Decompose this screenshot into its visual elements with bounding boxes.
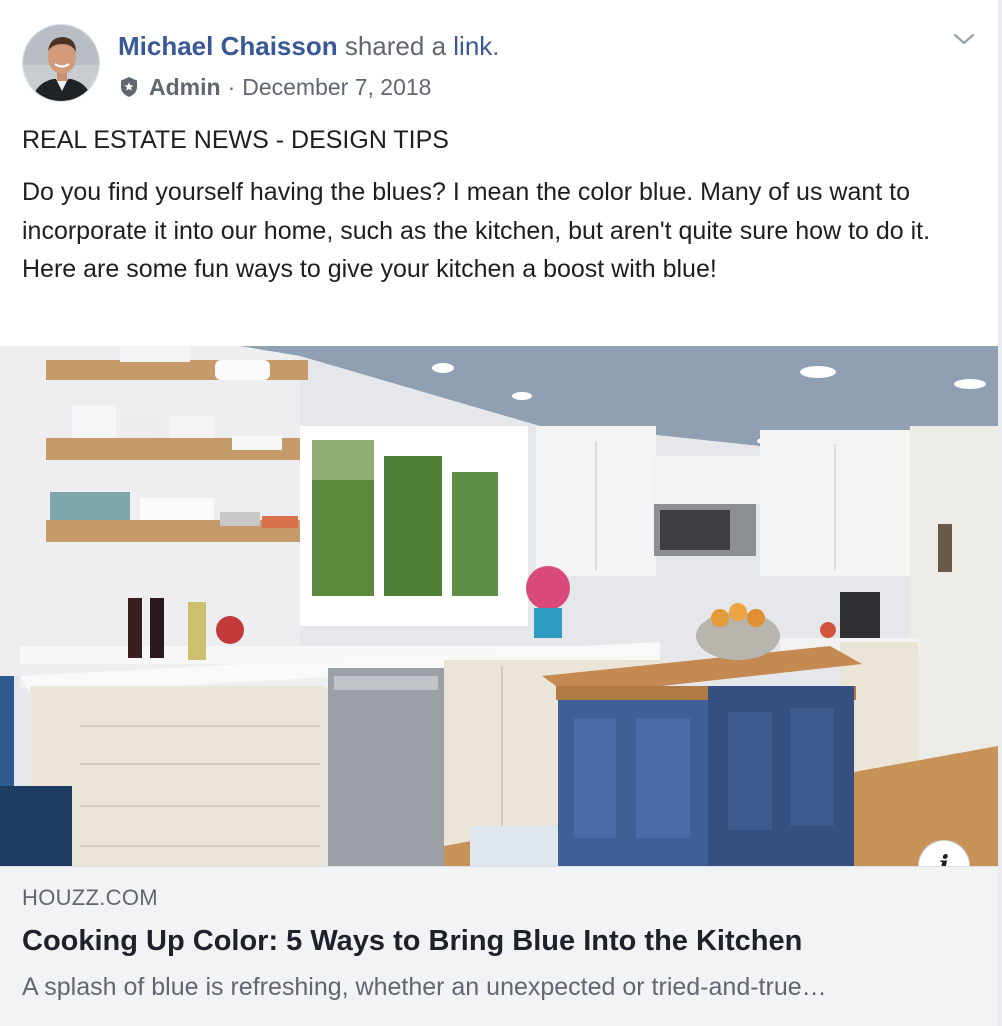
action-text: shared a: [337, 31, 454, 61]
post-timestamp[interactable]: December 7, 2018: [242, 72, 431, 102]
shared-link[interactable]: link: [453, 31, 492, 61]
link-preview-image[interactable]: [0, 346, 998, 866]
link-preview-domain: HOUZZ.COM: [22, 885, 158, 910]
link-preview-title[interactable]: Cooking Up Color: 5 Ways to Bring Blue I…: [22, 922, 802, 960]
chevron-down-icon[interactable]: [952, 30, 976, 48]
meta-separator: ·: [227, 74, 236, 100]
post-meta: Admin · December 7, 2018: [118, 72, 431, 102]
kitchen-photo: [0, 346, 998, 866]
admin-role-label: Admin: [149, 74, 221, 100]
post-card: Michael Chaisson shared a link. Admin · …: [0, 0, 998, 1026]
post-body-text: Do you find yourself having the blues? I…: [22, 178, 931, 283]
post-header: Michael Chaisson shared a link.: [118, 30, 500, 62]
right-edge-divider: [998, 0, 1002, 1026]
link-preview-description: A splash of blue is refreshing, whether …: [22, 973, 827, 1001]
post-category-heading: REAL ESTATE NEWS - DESIGN TIPS: [22, 126, 449, 154]
author-name-link[interactable]: Michael Chaisson: [118, 31, 338, 61]
avatar-photo: [23, 25, 99, 101]
admin-badge-icon: [121, 77, 137, 97]
author-avatar[interactable]: [22, 24, 100, 102]
action-end: .: [492, 31, 500, 61]
